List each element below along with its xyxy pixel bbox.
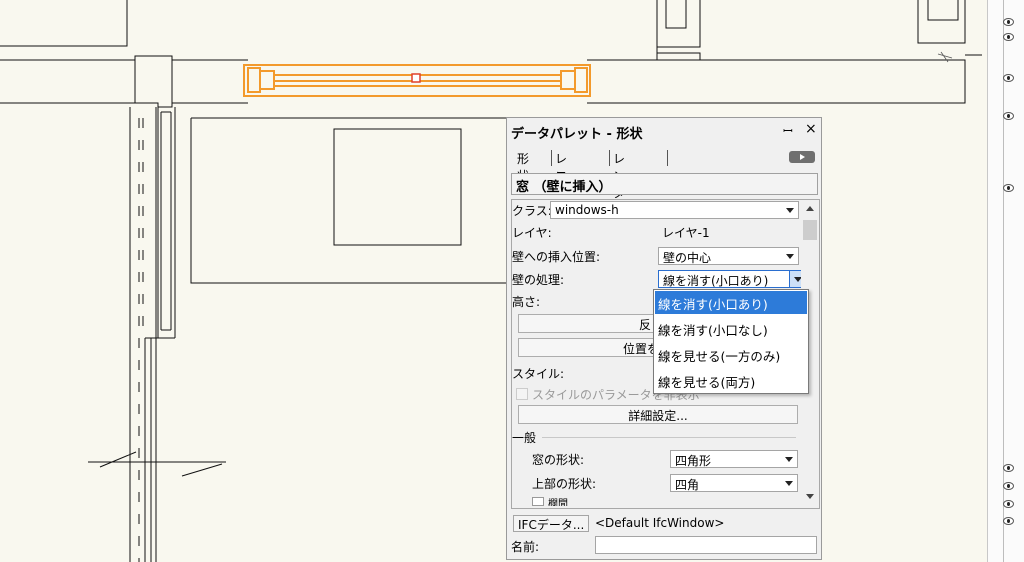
casement-label: 欄間 (548, 499, 568, 506)
ifc-value: <Default IfcWindow> (595, 516, 725, 530)
section-divider (542, 437, 796, 438)
menu-item-show-one-side[interactable]: 線を見せる(一方のみ) (655, 343, 807, 366)
layer-label: レイヤ: (512, 226, 552, 240)
menu-item-erase-no-edge[interactable]: 線を消す(小口なし) (655, 317, 807, 340)
eye-icon[interactable] (1003, 33, 1014, 41)
layer-value: レイヤ-1 (662, 226, 710, 240)
tab-divider (609, 150, 610, 166)
toolbar-divider (1003, 0, 1004, 562)
tab-divider (551, 150, 552, 166)
eye-icon[interactable] (1003, 18, 1014, 26)
right-toolbar-strip (987, 0, 1024, 562)
close-icon[interactable]: × (805, 121, 817, 137)
eye-icon[interactable] (1003, 184, 1014, 192)
wall-processing-label: 壁の処理: (512, 273, 565, 287)
class-dropdown[interactable]: windows-h (550, 201, 799, 219)
menu-item-erase-with-edge[interactable]: 線を消す(小口あり) (655, 291, 807, 314)
window-shape-label: 窓の形状: (532, 453, 585, 467)
palette-titlebar[interactable]: データパレット - 形状 ꟷ × (507, 118, 821, 144)
eye-icon[interactable] (1003, 74, 1014, 82)
insert-position-value: 壁の中心 (663, 251, 712, 265)
insert-position-label: 壁への挿入位置: (512, 250, 601, 264)
window-shape-dropdown[interactable]: 四角形 (670, 450, 798, 468)
name-input[interactable] (595, 536, 817, 554)
pin-icon[interactable]: ꟷ (783, 122, 793, 139)
ifc-data-button[interactable]: IFCデータ... (513, 515, 590, 532)
class-value: windows-h (555, 203, 619, 217)
chevron-down-icon (781, 475, 797, 491)
insert-position-dropdown[interactable]: 壁の中心 (658, 247, 799, 265)
wall-processing-dropdown[interactable]: 線を消す(小口あり) (658, 270, 807, 288)
tab-render[interactable]: レンダー (613, 148, 625, 217)
window-shape-value: 四角形 (675, 454, 712, 468)
palette-title: データパレット - 形状 (511, 127, 643, 142)
eye-icon[interactable] (1003, 517, 1014, 525)
casement-checkbox[interactable] (532, 497, 544, 506)
name-label: 名前: (511, 540, 540, 554)
height-label: 高さ: (512, 295, 541, 309)
flyout-button[interactable] (789, 151, 815, 163)
chevron-down-icon (782, 248, 798, 264)
style-label: スタイル: (512, 367, 565, 381)
top-shape-value: 四角 (675, 478, 700, 492)
scroll-down-icon[interactable] (806, 494, 814, 499)
selected-window[interactable] (243, 64, 591, 97)
eye-icon[interactable] (1003, 112, 1014, 120)
tab-record[interactable]: レコード (555, 148, 567, 217)
eye-icon[interactable] (1003, 482, 1014, 490)
object-type-label: 窓 （壁に挿入） (511, 173, 818, 195)
detail-settings-button[interactable]: 詳細設定... (518, 405, 798, 424)
eye-icon[interactable] (1003, 464, 1014, 472)
eye-icon[interactable] (1003, 500, 1014, 508)
chevron-down-icon (782, 202, 798, 218)
wall-processing-value: 線を消す(小口あり) (663, 274, 769, 288)
top-shape-label: 上部の形状: (532, 477, 597, 491)
scroll-thumb[interactable] (803, 220, 817, 240)
wall-processing-menu: 線を消す(小口あり) 線を消す(小口なし) 線を見せる(一方のみ) 線を見せる(… (653, 289, 809, 394)
tab-shape[interactable]: 形状 (517, 148, 529, 183)
top-shape-dropdown[interactable]: 四角 (670, 474, 798, 492)
class-label: クラス: (512, 204, 552, 218)
hide-style-params-checkbox[interactable] (516, 388, 528, 400)
general-header: 一般 (512, 431, 537, 445)
scroll-up-icon[interactable] (806, 206, 814, 211)
tab-divider (667, 150, 668, 166)
chevron-down-icon (781, 451, 797, 467)
menu-item-show-both[interactable]: 線を見せる(両方) (655, 369, 807, 392)
